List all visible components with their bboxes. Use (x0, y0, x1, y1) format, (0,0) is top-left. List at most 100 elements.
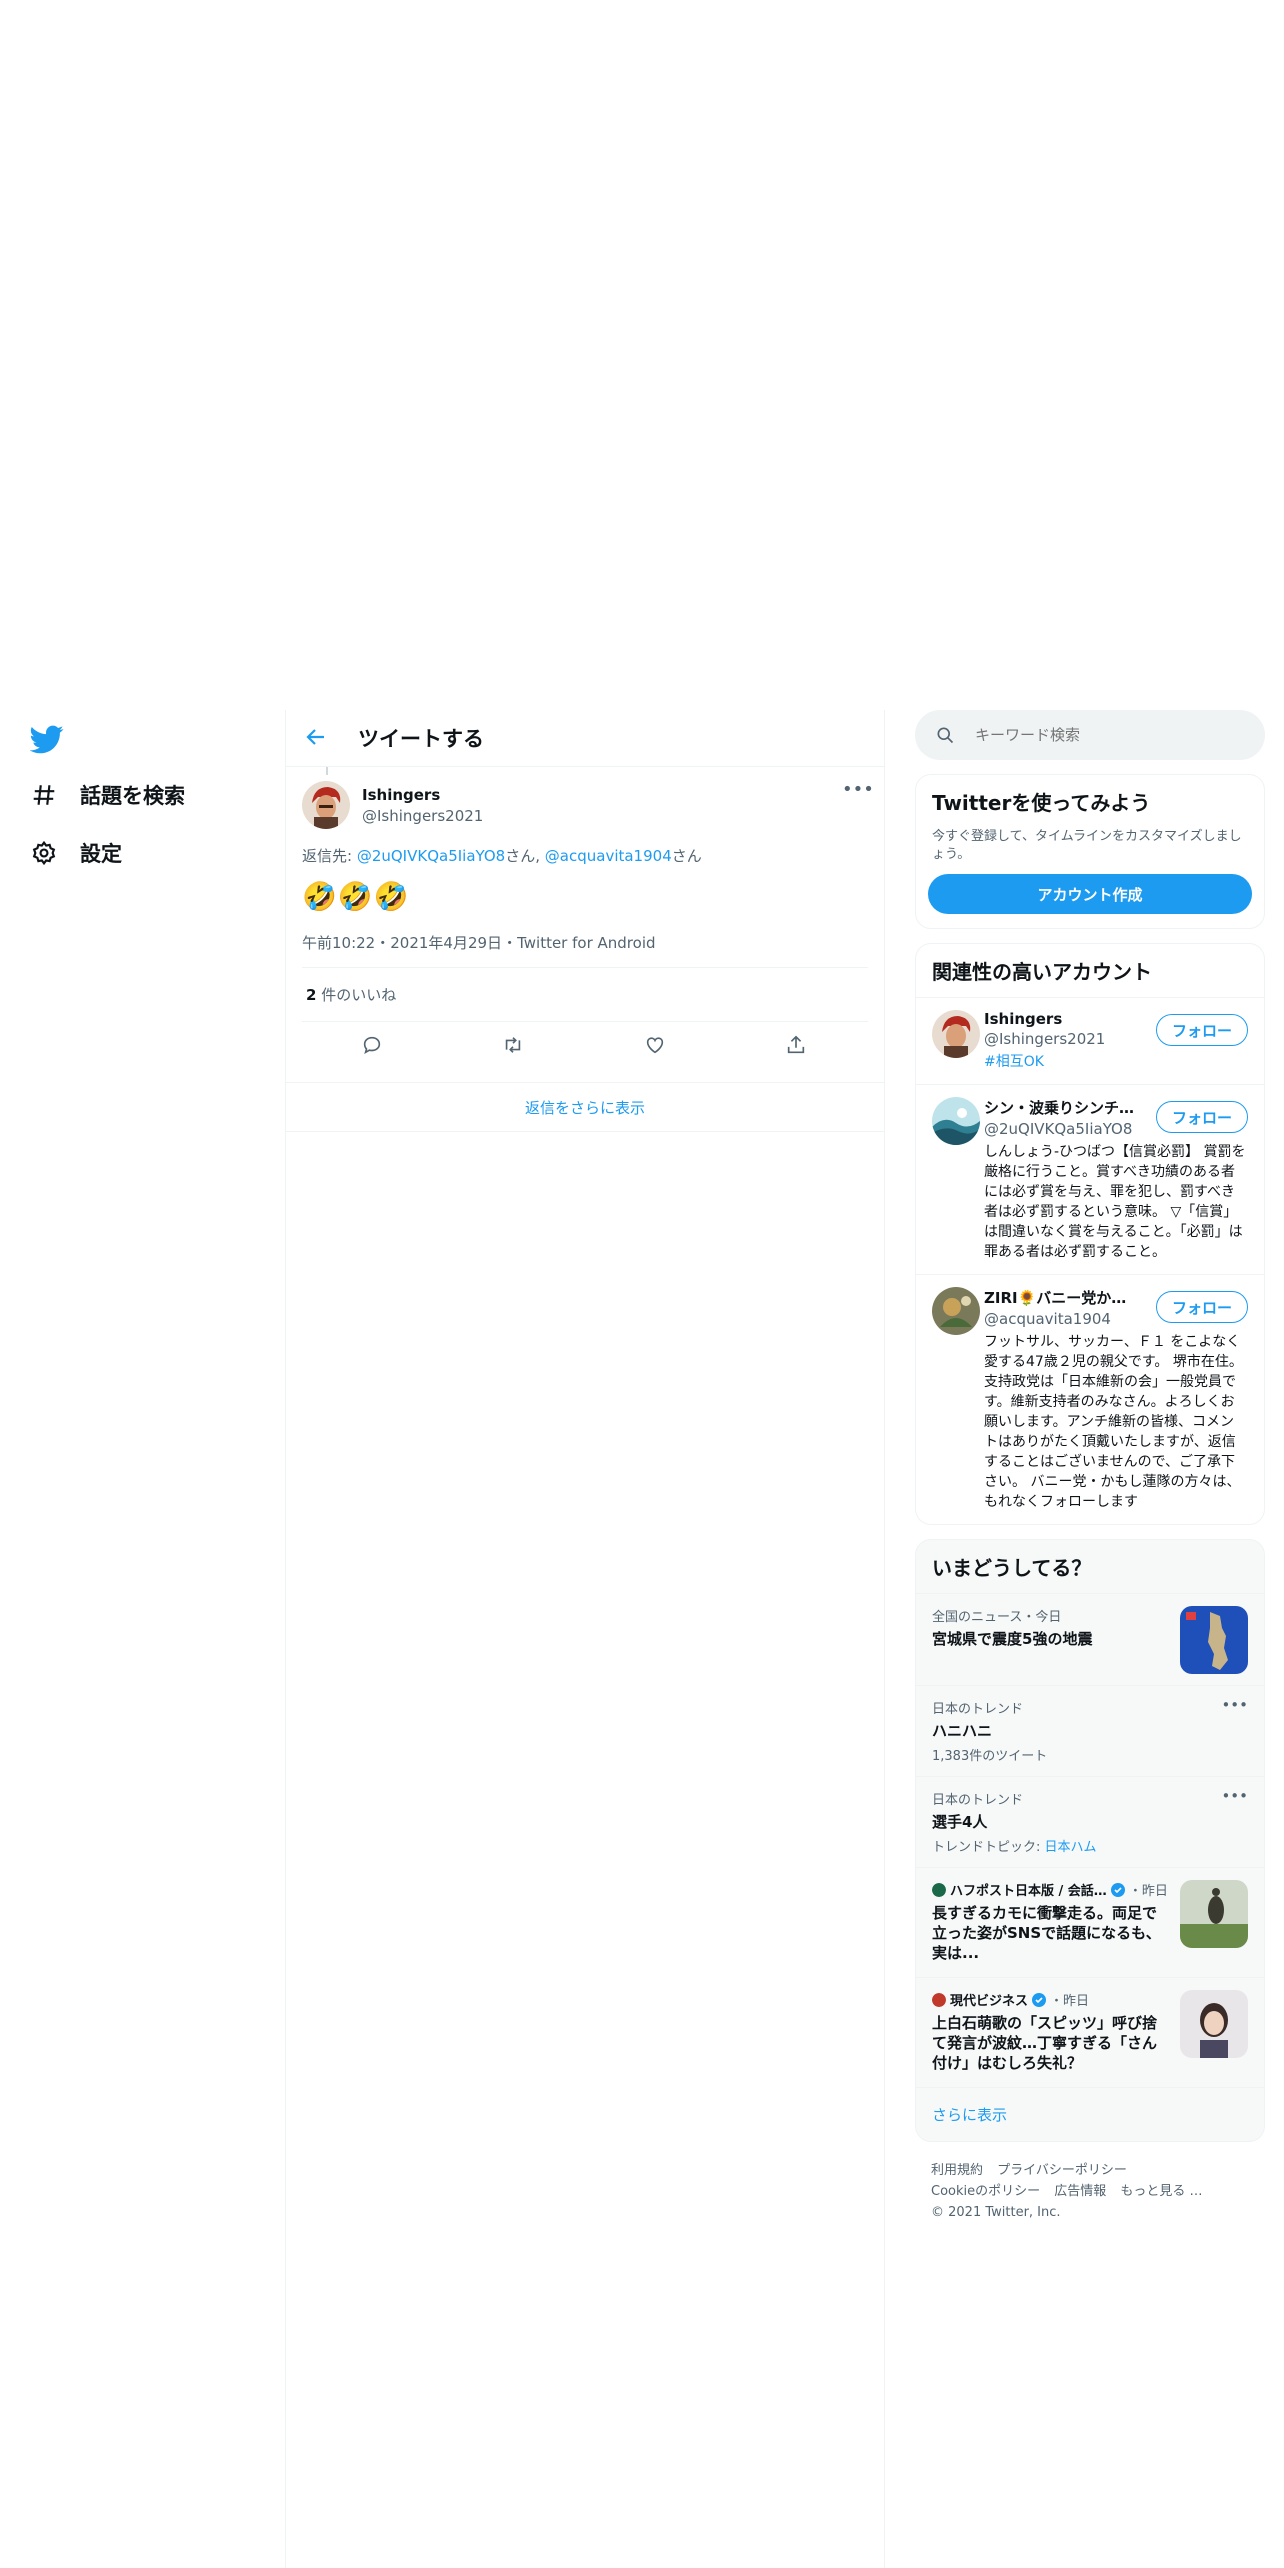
more-options-icon[interactable]: ••• (1221, 1787, 1248, 1805)
avatar[interactable] (932, 1287, 980, 1335)
share-icon[interactable] (785, 1034, 809, 1058)
likes-label: 件のいいね (316, 986, 397, 1004)
nav-settings[interactable]: 設定 (30, 838, 122, 868)
trend-topic-prefix: トレンドトピック: (932, 1840, 1045, 1855)
tweet-date[interactable]: 2021年4月29日 (390, 934, 502, 952)
more-options-icon[interactable]: ••• (1221, 1696, 1248, 1714)
show-more-link[interactable]: さらに表示 (916, 2087, 1264, 2141)
footer-link[interactable]: Cookieのポリシー (931, 2184, 1040, 2199)
verified-badge-icon (1110, 1882, 1125, 1897)
avatar[interactable] (932, 1097, 980, 1145)
account-item[interactable]: Ishingers @Ishingers2021 #相互OK フォロー (916, 997, 1264, 1084)
likes-count: 2 (306, 986, 317, 1004)
news-item[interactable]: ハフポスト日本版 / 会話… ・昨日 長すぎるカモに衝撃走る。両足で立った姿がS… (916, 1867, 1264, 1977)
source-name: ハフポスト日本版 / 会話… (950, 1884, 1107, 1899)
news-time: ・昨日 (1128, 1884, 1168, 1899)
account-name: ZIRI🌻バニー党かも… (984, 1289, 1134, 1307)
source-logo-icon (932, 1992, 946, 2007)
footer-link[interactable]: もっと見る … (1120, 2184, 1202, 2199)
account-bio[interactable]: #相互OK (984, 1052, 1248, 1072)
nav-explore-label: 話題を検索 (80, 784, 185, 808)
author-name[interactable]: Ishingers (362, 786, 483, 804)
retweet-icon[interactable] (502, 1034, 526, 1058)
follow-button[interactable]: フォロー (1156, 1101, 1248, 1133)
search-icon (935, 725, 955, 745)
news-item[interactable]: 現代ビジネス ・昨日 上白石萌歌の「スピッツ」呼び捨て発言が波紋…丁寧すぎる「さ… (916, 1977, 1264, 2087)
tweet: Ishingers @Ishingers2021 ••• 返信先: @2uQIV… (286, 767, 884, 1070)
trend-topic-link[interactable]: 日本ハム (1045, 1840, 1097, 1855)
tweet-meta: 午前10:22・2021年4月29日・Twitter for Android (302, 932, 868, 968)
show-more-replies-button[interactable]: 返信をさらに表示 (286, 1082, 884, 1132)
footer-link[interactable]: 広告情報 (1054, 2184, 1106, 2199)
main-column: ツイートする Ishingers @Ishingers2021 ••• 返信先:… (285, 710, 885, 2568)
twitter-logo-icon[interactable] (29, 722, 64, 756)
account-handle: @acquavita1904 (984, 1310, 1111, 1328)
tweet-author: Ishingers @Ishingers2021 (302, 767, 868, 831)
footer: 利用規約 プライバシーポリシー Cookieのポリシー 広告情報 もっと見る …… (915, 2142, 1265, 2241)
trend-tweet-count: 1,383件のツイート (932, 1749, 1048, 1764)
footer-link[interactable]: 利用規約 (931, 2163, 983, 2178)
news-time: ・昨日 (1050, 1994, 1090, 2009)
reply-to: 返信先: @2uQIVKQa5IiaYO8さん, @acquavita1904さ… (302, 845, 868, 866)
mention-link[interactable]: @acquavita1904 (545, 847, 672, 865)
page-header: ツイートする (286, 710, 884, 767)
tweet-time[interactable]: 午前10:22 (302, 934, 375, 952)
signup-card: Twitterを使ってみよう 今すぐ登録して、タイムラインをカスタマイズしましょ… (915, 774, 1265, 929)
footer-link[interactable]: プライバシーポリシー (997, 2163, 1127, 2178)
news-thumbnail (1180, 1880, 1248, 1948)
trends-title: いまどうしてる？ (932, 1556, 1092, 1580)
trend-topic: トレンドトピック: 日本ハム (932, 1836, 1248, 1855)
reply-icon[interactable] (361, 1034, 385, 1058)
relevant-title: 関連性の高いアカウント (932, 960, 1152, 984)
trend-item[interactable]: 日本のトレンド ハニハニ 1,383件のツイート ••• (916, 1685, 1264, 1776)
trend-context: 日本のトレンド (932, 1702, 1024, 1717)
account-item[interactable]: シン・波乗りシンチ… @2uQIVKQa5IiaYO8 しんしょう-ひつばつ【信… (916, 1084, 1264, 1274)
avatar[interactable] (302, 781, 350, 829)
account-name: シン・波乗りシンチ… (984, 1099, 1134, 1117)
verified-badge-icon (1032, 1992, 1047, 2007)
trends-card: いまどうしてる？ 全国のニュース・今日 宮城県で震度5強の地震 日本のトレンド … (915, 1539, 1265, 2142)
search-input[interactable] (975, 726, 1235, 744)
tweet-client[interactable]: Twitter for Android (517, 934, 655, 952)
copyright: © 2021 Twitter, Inc. (931, 2205, 1061, 2220)
trend-thumbnail (1180, 1606, 1248, 1674)
follow-button[interactable]: フォロー (1156, 1014, 1248, 1046)
page: 話題を検索 設定 ツイートする Ishingers @Ishingers2021… (0, 0, 1284, 2568)
follow-button[interactable]: フォロー (1156, 1291, 1248, 1323)
account-handle: @Ishingers2021 (984, 1030, 1106, 1048)
hashtag-icon (30, 781, 58, 809)
account-item[interactable]: ZIRI🌻バニー党かも… @acquavita1904 フットサル、サッカー、Ｆ… (916, 1274, 1264, 1524)
thread-line (326, 767, 328, 775)
signup-title: Twitterを使ってみよう (932, 791, 1151, 815)
account-handle: @2uQIVKQa5IiaYO8 (984, 1120, 1133, 1138)
account-bio: フットサル、サッカー、Ｆ１ をこよなく愛する47歳２児の親父です。 堺市在住。支… (984, 1334, 1243, 1510)
right-sidebar: Twitterを使ってみよう 今すぐ登録して、タイムラインをカスタマイズしましょ… (915, 710, 1265, 2241)
gear-icon (30, 839, 58, 867)
signup-desc: 今すぐ登録して、タイムラインをカスタマイズしましょう。 (932, 829, 1242, 862)
source-name: 現代ビジネス (950, 1994, 1029, 2009)
trend-title: ハニハニ (932, 1722, 993, 1740)
account-name: Ishingers (984, 1010, 1063, 1028)
nav-explore[interactable]: 話題を検索 (30, 780, 185, 810)
reply-prefix: 返信先: (302, 847, 357, 865)
back-arrow-icon[interactable] (304, 725, 330, 751)
search-box[interactable] (915, 710, 1265, 760)
likes-row[interactable]: 2 件のいいね (302, 968, 868, 1022)
avatar[interactable] (932, 1010, 980, 1058)
source-logo-icon (932, 1882, 946, 1897)
like-icon[interactable] (644, 1034, 668, 1058)
news-thumbnail (1180, 1990, 1248, 2058)
account-bio: しんしょう-ひつばつ【信賞必罰】 賞罰を厳格に行うこと。賞すべき功績のある者には… (984, 1144, 1246, 1260)
trend-item[interactable]: 日本のトレンド 選手4人 トレンドトピック: 日本ハム ••• (916, 1776, 1264, 1867)
tweet-text: 🤣🤣🤣 (302, 880, 410, 913)
mention-suffix: さん, (505, 847, 545, 865)
create-account-button[interactable]: アカウント作成 (928, 874, 1252, 914)
nav-settings-label: 設定 (80, 842, 122, 866)
more-options-icon[interactable]: ••• (842, 779, 874, 805)
author-handle[interactable]: @Ishingers2021 (362, 807, 483, 825)
trend-item[interactable]: 全国のニュース・今日 宮城県で震度5強の地震 (916, 1593, 1264, 1685)
trend-title: 選手4人 (932, 1813, 988, 1831)
mention-link[interactable]: @2uQIVKQa5IiaYO8 (357, 847, 505, 865)
trend-context: 日本のトレンド (932, 1793, 1024, 1808)
tweet-actions (302, 1022, 868, 1070)
